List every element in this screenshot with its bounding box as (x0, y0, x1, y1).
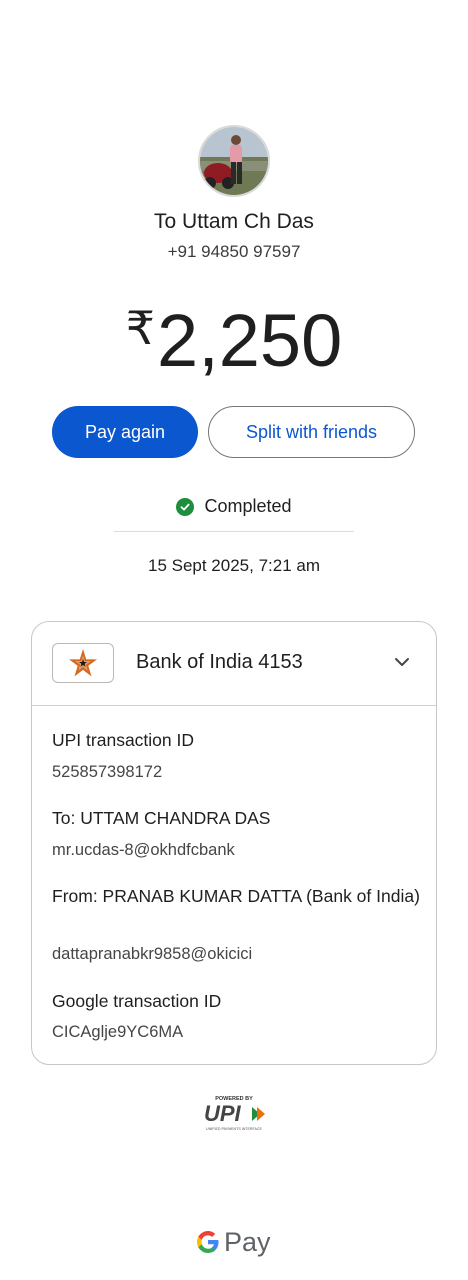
check-circle-icon (176, 497, 195, 516)
avatar-photo (200, 127, 268, 195)
to-upi-id-value: mr.ucdas-8@okhdfcbank (52, 841, 235, 859)
amount-value: 2,250 (157, 299, 343, 382)
google-pay-text: Pay (224, 1226, 271, 1257)
bank-account-header[interactable]: Bank of India 4153 (32, 622, 436, 706)
google-pay-logo: Pay (196, 1224, 271, 1260)
payment-amount: ₹2,250 (0, 288, 468, 381)
google-transaction-id-label: Google transaction ID (52, 991, 222, 1011)
to-account-label: To: UTTAM CHANDRA DAS (52, 808, 271, 828)
recipient-avatar (198, 125, 270, 197)
google-g-icon (197, 1231, 219, 1253)
recipient-name: To Uttam Ch Das (154, 210, 314, 233)
transaction-datetime: 15 Sept 2025, 7:21 am (147, 556, 321, 575)
upi-tagline: UNIFIED PAYMENTS INTERFACE (206, 1127, 262, 1131)
card-divider (32, 705, 436, 706)
status-row: Completed (0, 496, 468, 517)
divider (114, 531, 354, 532)
transaction-details-card: Bank of India 4153 UPI transaction ID 52… (31, 621, 437, 1065)
pay-again-button[interactable]: Pay again (52, 406, 198, 458)
upi-transaction-id-value: 525857398172 (52, 763, 163, 781)
upi-transaction-id-label: UPI transaction ID (52, 730, 194, 750)
from-upi-id-value: dattapranabkr9858@okicici (52, 945, 253, 963)
chevron-down-icon[interactable] (392, 652, 412, 672)
bank-of-india-logo-icon (52, 643, 114, 683)
from-account-label: From: PRANAB KUMAR DATTA (Bank of India) (52, 886, 420, 906)
split-with-friends-button[interactable]: Split with friends (208, 406, 415, 458)
status-label: Completed (204, 496, 292, 516)
upi-mark: UPI (204, 1101, 242, 1126)
recipient-phone: +91 94850 97597 (167, 242, 301, 261)
bank-account-name: Bank of India 4153 (136, 651, 303, 673)
upi-logo: POWERED BY UPI UNIFIED PAYMENTS INTERFAC… (196, 1093, 272, 1133)
currency-symbol: ₹ (125, 302, 156, 354)
google-transaction-id-value: CICAglje9YC6MA (52, 1023, 184, 1041)
